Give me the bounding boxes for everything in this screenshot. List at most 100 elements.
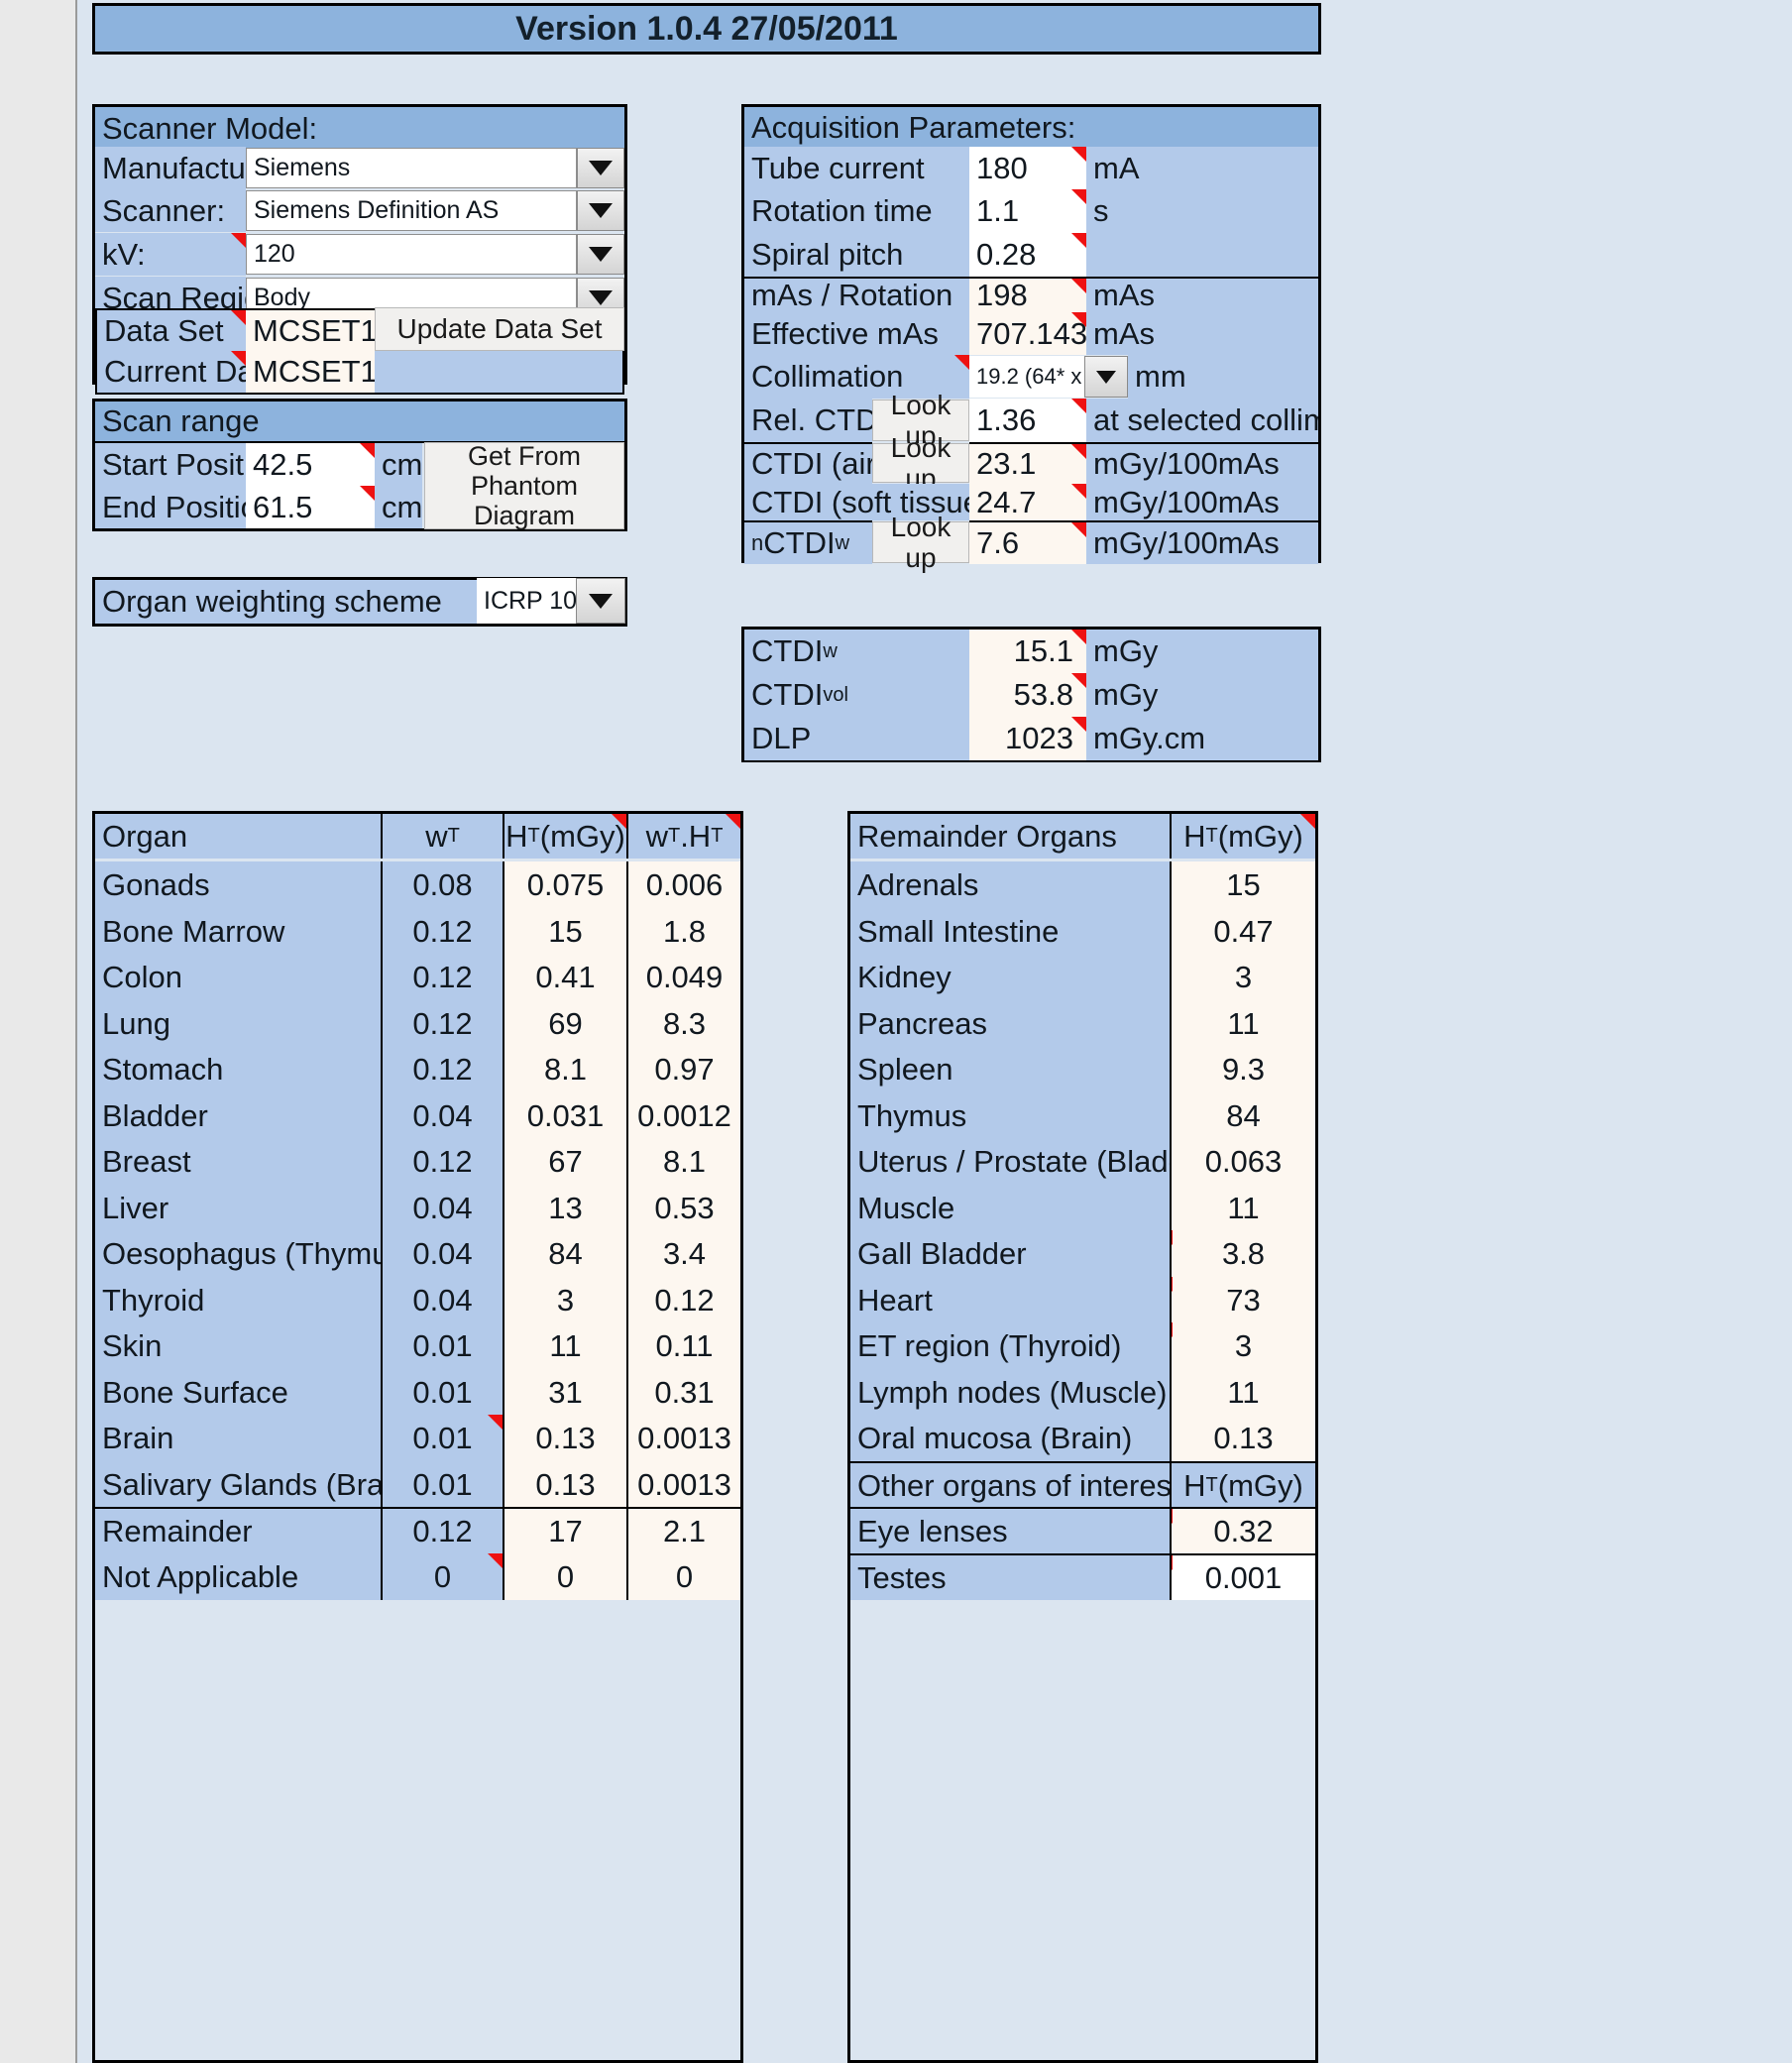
scanner-field-dropdown-2[interactable] [577, 234, 624, 275]
organ-row-wtht: 0 [628, 1553, 740, 1600]
remainder-row-ht: 15 [1170, 861, 1315, 908]
nctdiw-lookup-button[interactable]: Look up [872, 512, 969, 573]
other-organ-row-name: Eye lenses [850, 1507, 1170, 1553]
other-organ-row-ht: 0.001 [1170, 1553, 1315, 1600]
chevron-down-icon [589, 593, 613, 609]
remainder-row-ht: 0.13 [1170, 1415, 1315, 1461]
organ-row-wt: 0.04 [381, 1185, 504, 1231]
organ-row-ht: 17 [504, 1507, 628, 1553]
organ-table-header-wt: wT [381, 814, 504, 859]
acq-unit-2 [1086, 233, 1318, 277]
organ-row-wtht: 0.0013 [628, 1415, 740, 1461]
acq-value-0[interactable]: 180 [969, 147, 1086, 189]
remainder-row-ht: 0.47 [1170, 908, 1315, 955]
remainder-row-ht: 84 [1170, 1092, 1315, 1139]
organ-row-ht: 0.13 [504, 1461, 628, 1508]
acq-unit-1: s [1086, 189, 1318, 233]
remainder-row-name: Lymph nodes (Muscle) [850, 1369, 1170, 1416]
other-organs-header-ht: HT (mGy) [1170, 1461, 1315, 1508]
organ-row-name: Oesophagus (Thymus) [95, 1230, 381, 1277]
lookup-value-0[interactable]: 1.36 [969, 399, 1086, 442]
acq-value-3[interactable]: 198 [969, 277, 1086, 312]
organ-row-name: Skin [95, 1322, 381, 1369]
lookup-value-2[interactable]: 24.7 [969, 484, 1086, 520]
organ-row-ht: 0 [504, 1553, 628, 1600]
update-data-set-button[interactable]: Update Data Set [375, 307, 624, 351]
acq-value-1[interactable]: 1.1 [969, 189, 1086, 233]
organ-row-wt: 0.12 [381, 1138, 504, 1185]
organ-row-ht: 31 [504, 1369, 628, 1416]
organ-row-name: Liver [95, 1185, 381, 1231]
collimation-unit: mm [1128, 355, 1318, 399]
scan-range-header: Scan range [95, 401, 624, 443]
remainder-row-name: Gall Bladder [850, 1230, 1170, 1277]
organ-row-name: Thyroid [95, 1277, 381, 1323]
acq-label-2: Spiral pitch [744, 233, 969, 277]
organ-row-wtht: 3.4 [628, 1230, 740, 1277]
organ-table-header-wtht: w T .H T [628, 814, 740, 859]
organ-row-wt: 0.01 [381, 1415, 504, 1461]
remainder-row-name: Oral mucosa (Brain) [850, 1415, 1170, 1461]
acq-value-2[interactable]: 0.28 [969, 233, 1086, 277]
scanner-field-dropdown-1[interactable] [577, 190, 624, 231]
scanner-field-value-2[interactable]: 120 [246, 234, 577, 275]
organ-row-name: Gonads [95, 861, 381, 908]
lookup-value-1[interactable]: 23.1 [969, 442, 1086, 484]
acq-value-4[interactable]: 707.143 [969, 312, 1086, 355]
data-set-value[interactable]: MCSET15 [246, 308, 375, 351]
start-position-value[interactable]: 42.5 [246, 443, 375, 486]
nctdiw-label: n CTDI w [744, 520, 872, 564]
organ-row-wtht: 0.53 [628, 1185, 740, 1231]
lookup-unit-2: mGy/100mAs [1086, 484, 1318, 520]
dose-value-0: 15.1 [969, 630, 1086, 673]
remainder-row-name: Small Intestine [850, 908, 1170, 955]
remainder-row-name: Adrenals [850, 861, 1170, 908]
scanner-field-value-0[interactable]: Siemens [246, 148, 577, 188]
end-position-value[interactable]: 61.5 [246, 486, 375, 528]
dose-unit-1: mGy [1086, 673, 1318, 717]
organ-row-name: Colon [95, 954, 381, 1000]
remainder-row-ht: 73 [1170, 1277, 1315, 1323]
remainder-row-ht: 11 [1170, 1000, 1315, 1047]
remainder-row-name: Uterus / Prostate (Bladder) [850, 1138, 1170, 1185]
scanner-field-value-1[interactable]: Siemens Definition AS [246, 190, 577, 231]
version-banner-text: Version 1.0.4 27/05/2011 [515, 9, 898, 48]
organ-row-wt: 0.04 [381, 1230, 504, 1277]
remainder-table-header-ht: HT (mGy) [1170, 814, 1315, 859]
organ-row-wt: 0.04 [381, 1092, 504, 1139]
scanner-field-label-1: Scanner: [95, 189, 246, 232]
organ-row-name: Bladder [95, 1092, 381, 1139]
organ-row-wtht: 8.1 [628, 1138, 740, 1185]
remainder-row-ht: 11 [1170, 1369, 1315, 1416]
organ-weighting-dropdown-button[interactable] [576, 578, 625, 624]
lookup-button-1[interactable]: Look up [872, 432, 969, 494]
organ-row-name: Not Applicable [95, 1553, 381, 1600]
organ-row-wt: 0.12 [381, 908, 504, 955]
scanner-field-dropdown-0[interactable] [577, 148, 624, 188]
remainder-row-name: ET region (Thyroid) [850, 1322, 1170, 1369]
organ-row-wt: 0.08 [381, 861, 504, 908]
end-position-unit: cm [375, 486, 422, 528]
version-banner: Version 1.0.4 27/05/2011 [92, 3, 1321, 55]
dose-value-1: 53.8 [969, 673, 1086, 717]
collimation-dropdown-button[interactable] [1084, 356, 1128, 398]
get-from-phantom-diagram-button[interactable]: Get From Phantom Diagram [424, 441, 624, 530]
nctdiw-value[interactable]: 7.6 [969, 520, 1086, 564]
organ-row-name: Brain [95, 1415, 381, 1461]
dose-value-2: 1023 [969, 717, 1086, 760]
organ-row-wt: 0.12 [381, 1046, 504, 1092]
nctdiw-unit: mGy/100mAs [1086, 520, 1318, 564]
remainder-row-ht: 3.8 [1170, 1230, 1315, 1277]
organ-row-wtht: 0.0013 [628, 1461, 740, 1508]
dose-unit-0: mGy [1086, 630, 1318, 673]
acq-unit-4: mAs [1086, 312, 1318, 355]
dose-label-1: CTDI vol [744, 673, 969, 717]
organ-row-ht: 0.031 [504, 1092, 628, 1139]
collimation-value[interactable]: 19.2 (64* x 0 [969, 356, 1084, 398]
start-position-label: Start Position [95, 443, 246, 486]
remainder-row-ht: 3 [1170, 1322, 1315, 1369]
remainder-row-ht: 3 [1170, 954, 1315, 1000]
organ-weighting-value[interactable]: ICRP 103 [477, 578, 576, 624]
organ-row-name: Bone Surface [95, 1369, 381, 1416]
acq-unit-0: mA [1086, 147, 1318, 189]
